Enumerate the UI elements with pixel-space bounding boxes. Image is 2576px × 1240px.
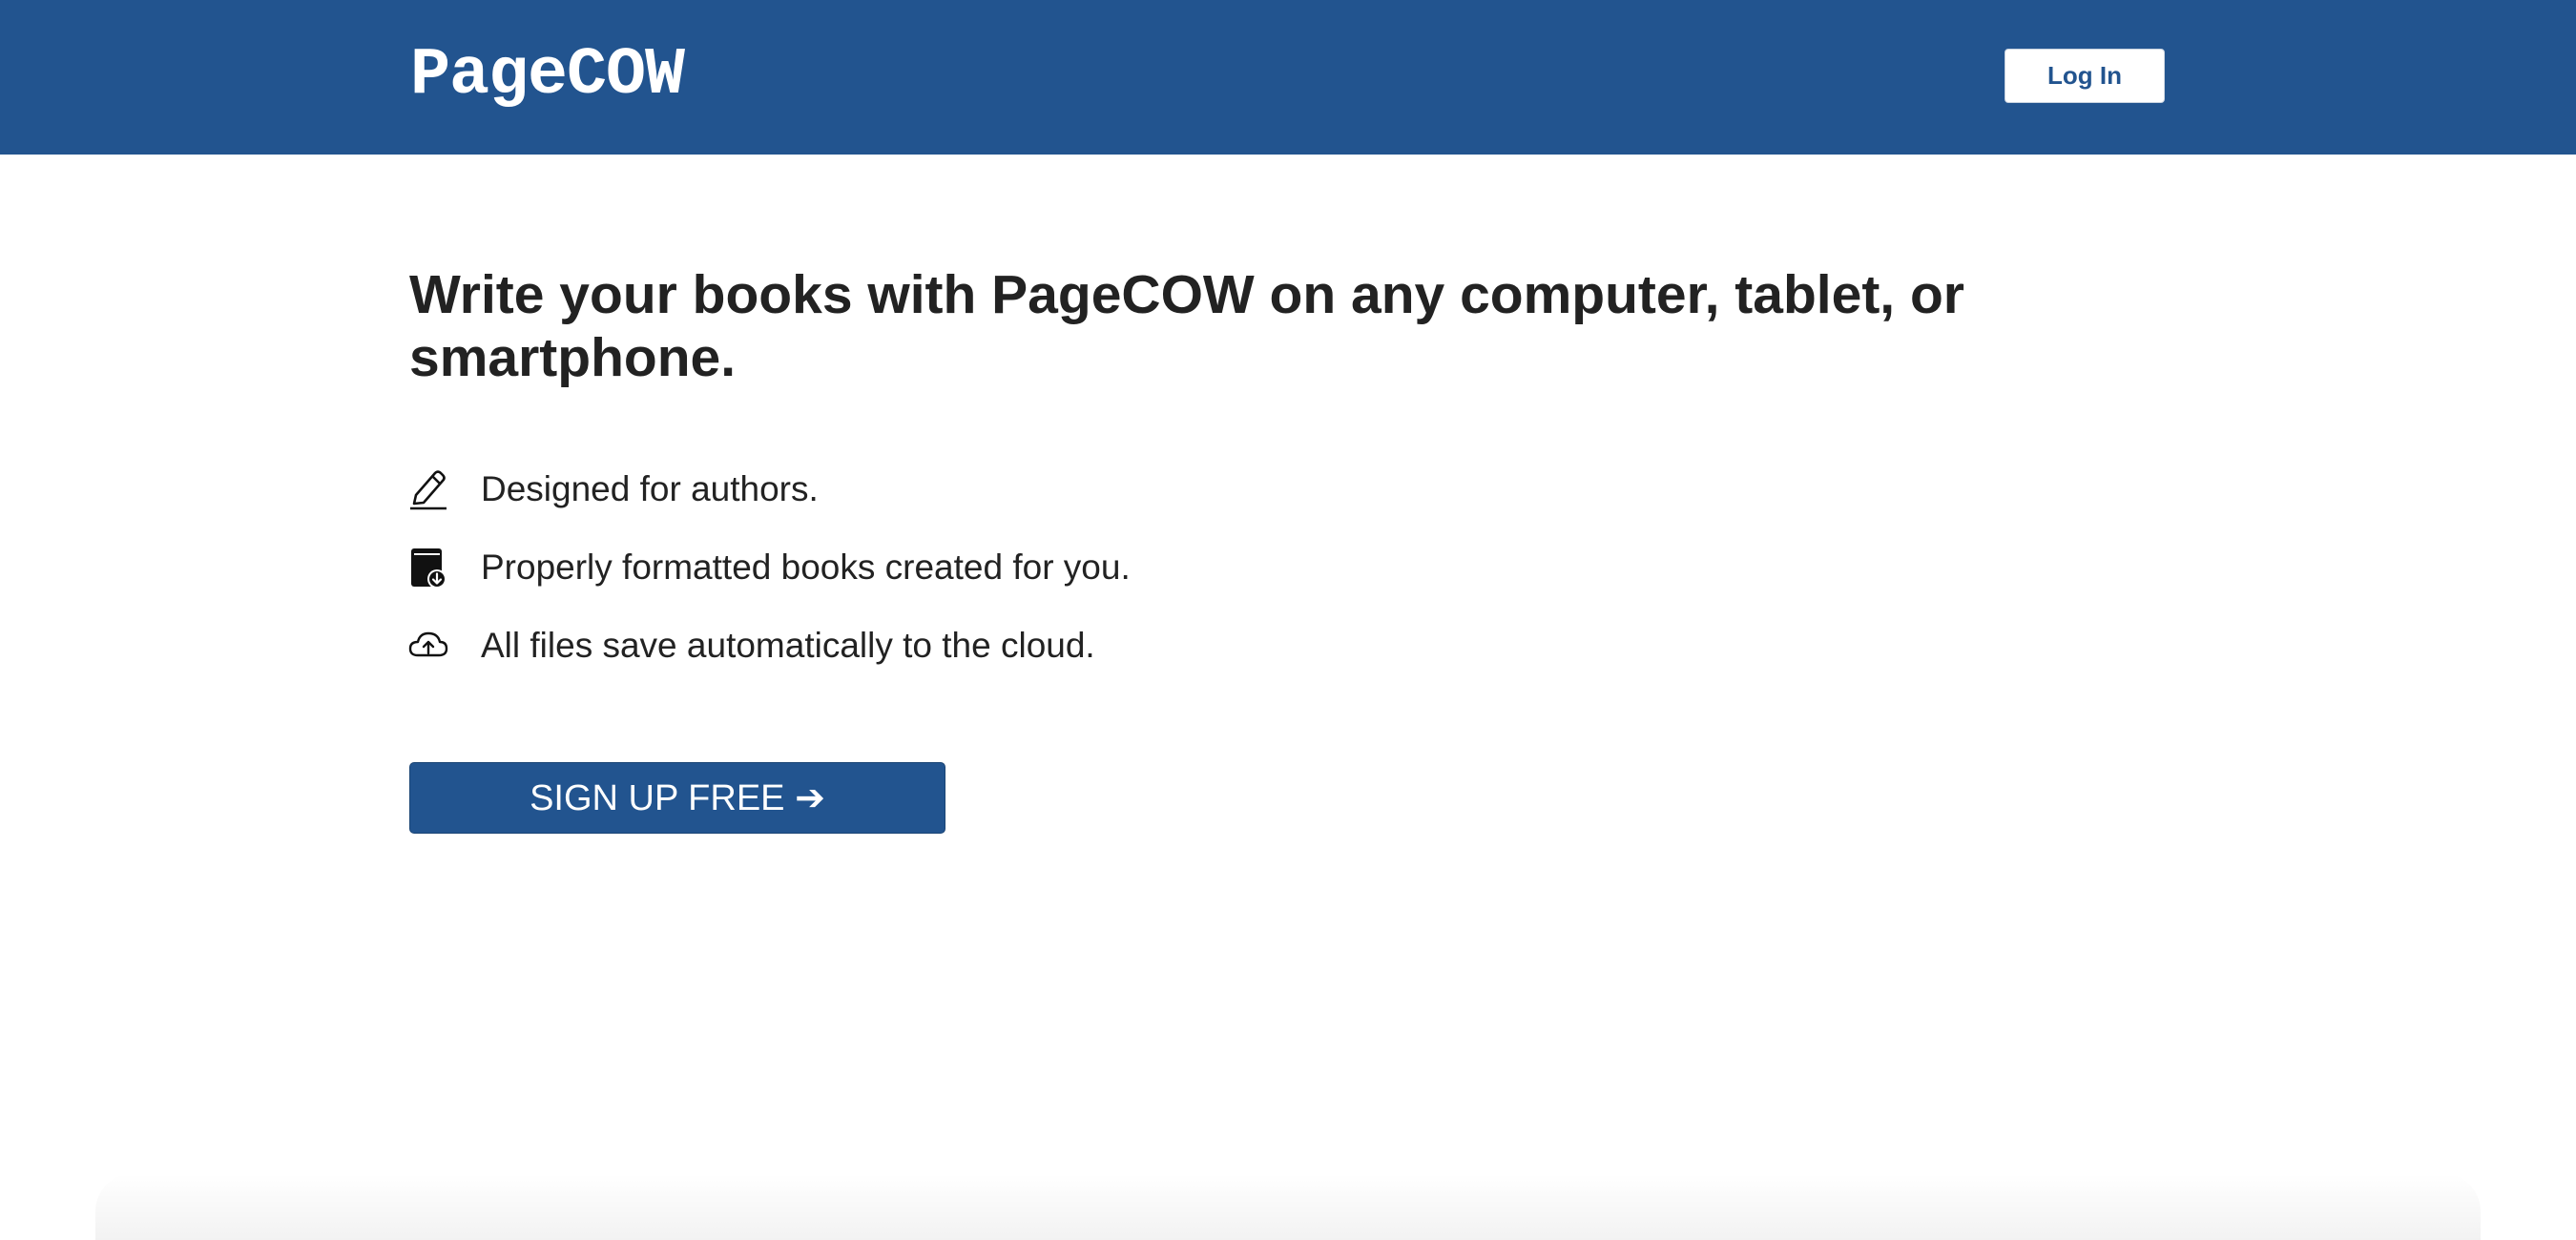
top-navigation-bar: PageCOW Log In [0,0,2576,155]
hero-heading: Write your books with PageCOW on any com… [409,264,1964,388]
feature-item: All files save automatically to the clou… [408,607,1131,685]
pencil-icon [408,467,448,511]
cloud-upload-icon [408,624,448,668]
login-button[interactable]: Log In [2005,49,2165,103]
logo[interactable]: PageCOW [410,38,685,114]
feature-text: Designed for authors. [481,469,819,508]
feature-text: All files save automatically to the clou… [481,626,1095,665]
feature-item: Designed for authors. [408,450,1131,528]
signup-button[interactable]: SIGN UP FREE ➔ [409,762,945,834]
feature-text: Properly formatted books created for you… [481,548,1131,587]
book-download-icon [408,546,448,589]
bottom-panel-shadow [95,1173,2481,1240]
feature-list: Designed for authors. Properly formatted… [408,450,1131,685]
feature-item: Properly formatted books created for you… [408,528,1131,607]
